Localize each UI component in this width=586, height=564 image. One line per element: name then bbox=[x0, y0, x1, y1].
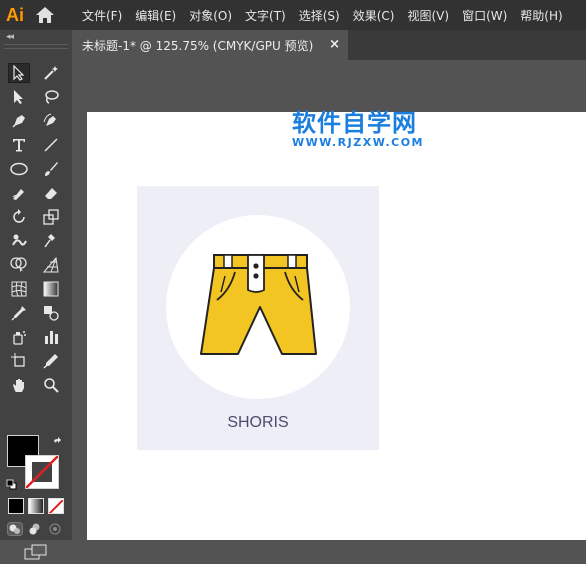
zoom-tool-icon[interactable] bbox=[40, 375, 62, 395]
gradient-tool-icon[interactable] bbox=[40, 279, 62, 299]
menu-edit[interactable]: 编辑(E) bbox=[135, 7, 176, 24]
eraser-icon[interactable] bbox=[40, 183, 62, 203]
swap-colors-icon[interactable] bbox=[52, 434, 64, 453]
shape-builder-icon[interactable] bbox=[8, 255, 30, 275]
magic-wand-icon[interactable] bbox=[40, 63, 62, 83]
app-logo[interactable]: Ai bbox=[0, 0, 30, 30]
pen-tool-icon[interactable] bbox=[8, 111, 30, 131]
stroke-color-swatch[interactable] bbox=[25, 455, 59, 489]
home-icon[interactable] bbox=[30, 0, 60, 30]
perspective-grid-icon[interactable] bbox=[40, 255, 62, 275]
watermark: 软件自学网 WWW.RJZXW.COM bbox=[292, 103, 442, 149]
shorts-icon[interactable] bbox=[195, 250, 323, 364]
menu-select[interactable]: 选择(S) bbox=[299, 7, 340, 24]
menu-type[interactable]: 文字(T) bbox=[245, 7, 286, 24]
mesh-tool-icon[interactable] bbox=[8, 279, 30, 299]
artboard-tool-icon[interactable] bbox=[8, 351, 30, 371]
artwork-card[interactable]: SHORIS bbox=[137, 186, 379, 450]
default-colors-icon[interactable] bbox=[6, 475, 17, 494]
watermark-url: WWW.RJZXW.COM bbox=[292, 136, 424, 149]
artwork-label: SHORIS bbox=[227, 414, 289, 431]
document-tab[interactable]: 未标题-1* @ 125.75% (CMYK/GPU 预览) × bbox=[72, 30, 348, 60]
menu-help[interactable]: 帮助(H) bbox=[520, 7, 562, 24]
document-tab-title: 未标题-1* @ 125.75% (CMYK/GPU 预览) bbox=[82, 38, 314, 53]
screen-mode-icon[interactable] bbox=[24, 544, 48, 564]
direct-selection-icon[interactable] bbox=[8, 87, 30, 107]
type-tool-icon[interactable] bbox=[8, 135, 30, 155]
close-icon[interactable]: × bbox=[329, 37, 340, 52]
watermark-title: 软件自学网 bbox=[292, 109, 417, 137]
none-mode-icon[interactable] bbox=[48, 498, 64, 514]
lasso-icon[interactable] bbox=[40, 87, 62, 107]
slice-tool-icon[interactable] bbox=[40, 351, 62, 371]
draw-normal-icon[interactable] bbox=[7, 521, 23, 540]
menu-window[interactable]: 窗口(W) bbox=[462, 7, 507, 24]
menu-view[interactable]: 视图(V) bbox=[407, 7, 449, 24]
collapse-panel-icon[interactable]: ◂◂ bbox=[6, 32, 14, 42]
menu-effect[interactable]: 效果(C) bbox=[353, 7, 395, 24]
menu-bar: Ai 文件(F) 编辑(E) 对象(O) 文字(T) 选择(S) 效果(C) 视… bbox=[0, 0, 586, 30]
gradient-mode-icon[interactable] bbox=[28, 498, 44, 514]
symbol-sprayer-icon[interactable] bbox=[8, 327, 30, 347]
line-tool-icon[interactable] bbox=[40, 135, 62, 155]
ellipse-tool-icon[interactable] bbox=[8, 159, 30, 179]
warp-tool-icon[interactable] bbox=[8, 231, 30, 251]
menu-list: 文件(F) 编辑(E) 对象(O) 文字(T) 选择(S) 效果(C) 视图(V… bbox=[82, 7, 576, 24]
graph-tool-icon[interactable] bbox=[40, 327, 62, 347]
curvature-tool-icon[interactable] bbox=[40, 111, 62, 131]
blend-tool-icon[interactable] bbox=[40, 303, 62, 323]
panel-grip[interactable] bbox=[4, 44, 68, 49]
draw-behind-icon[interactable] bbox=[27, 521, 43, 540]
puppet-warp-icon[interactable] bbox=[40, 231, 62, 251]
scale-tool-icon[interactable] bbox=[40, 207, 62, 227]
shaper-tool-icon[interactable] bbox=[8, 183, 30, 203]
draw-inside-icon[interactable] bbox=[47, 521, 63, 540]
paintbrush-icon[interactable] bbox=[40, 159, 62, 179]
menu-object[interactable]: 对象(O) bbox=[189, 7, 232, 24]
selection-tool-icon[interactable] bbox=[8, 63, 30, 83]
rotate-tool-icon[interactable] bbox=[8, 207, 30, 227]
tools-panel: ◂◂ bbox=[0, 30, 72, 560]
menu-file[interactable]: 文件(F) bbox=[82, 7, 122, 24]
hand-tool-icon[interactable] bbox=[8, 375, 30, 395]
eyedropper-icon[interactable] bbox=[8, 303, 30, 323]
color-mode-icon[interactable] bbox=[8, 498, 24, 514]
document-tab-bar: 未标题-1* @ 125.75% (CMYK/GPU 预览) × bbox=[72, 30, 586, 60]
